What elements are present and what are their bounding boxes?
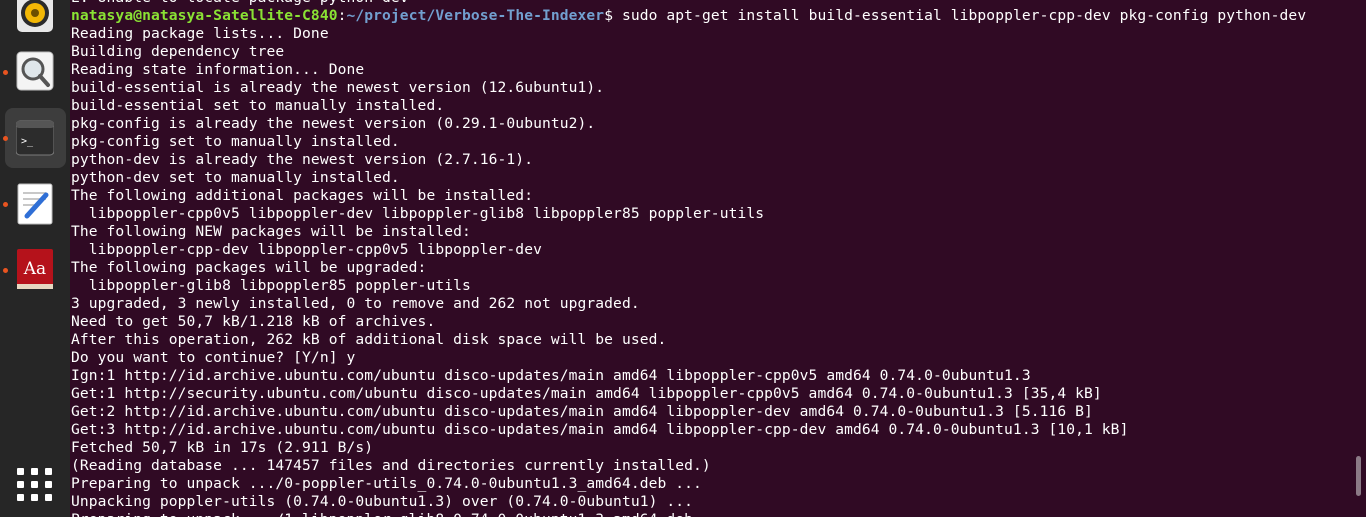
output-line: build-essential is already the newest ve… bbox=[71, 79, 605, 96]
output-line: pkg-config set to manually installed. bbox=[71, 133, 400, 150]
output-line: libpoppler-cpp-dev libpoppler-cpp0v5 lib… bbox=[71, 241, 542, 258]
output-line: After this operation, 262 kB of addition… bbox=[71, 331, 667, 348]
dock-item-image-viewer[interactable] bbox=[0, 40, 70, 104]
output-line: Reading package lists... Done bbox=[71, 25, 329, 42]
prompt-symbol: $ bbox=[604, 7, 622, 24]
terminal-scrollbar[interactable] bbox=[1356, 456, 1361, 496]
output-line: build-essential set to manually installe… bbox=[71, 97, 445, 114]
output-line: Do you want to continue? [Y/n] y bbox=[71, 349, 356, 366]
output-line: libpoppler-cpp0v5 libpoppler-dev libpopp… bbox=[71, 205, 765, 222]
text-editor-icon bbox=[16, 183, 54, 225]
output-line: python-dev is already the newest version… bbox=[71, 151, 534, 168]
running-indicator bbox=[3, 202, 8, 207]
output-line: Get:2 http://id.archive.ubuntu.com/ubunt… bbox=[71, 403, 1093, 420]
output-line: libpoppler-glib8 libpoppler85 poppler-ut… bbox=[71, 277, 471, 294]
output-line: 3 upgraded, 3 newly installed, 0 to remo… bbox=[71, 295, 640, 312]
svg-text:>_: >_ bbox=[21, 136, 34, 147]
output-line: Get:1 http://security.ubuntu.com/ubuntu … bbox=[71, 385, 1102, 402]
prompt-line: natasya@natasya-Satellite-C840:~/project… bbox=[71, 7, 1306, 25]
output-line: Ign:1 http://id.archive.ubuntu.com/ubunt… bbox=[71, 367, 1031, 384]
output-line: Get:3 http://id.archive.ubuntu.com/ubunt… bbox=[71, 421, 1129, 438]
dock: >_ Aa bbox=[0, 0, 70, 517]
output-line: Fetched 50,7 kB in 17s (2.911 B/s) bbox=[71, 439, 374, 456]
output-line: Preparing to unpack .../1-libpoppler-gli… bbox=[71, 511, 1306, 517]
output-line: The following NEW packages will be insta… bbox=[71, 223, 471, 240]
output-line: Building dependency tree bbox=[71, 43, 285, 60]
prompt-path: ~/project/Verbose-The-Indexer bbox=[346, 7, 605, 24]
dock-item-dictionary[interactable]: Aa bbox=[0, 238, 70, 302]
output-line: pkg-config is already the newest version… bbox=[71, 115, 596, 132]
output-line: python-dev set to manually installed. bbox=[71, 169, 400, 186]
output-line: Preparing to unpack .../0-poppler-utils_… bbox=[71, 475, 702, 492]
output-line: Reading state information... Done bbox=[71, 61, 365, 78]
terminal-icon: >_ bbox=[16, 117, 54, 159]
speaker-icon bbox=[16, 0, 54, 34]
dictionary-icon-label: Aa bbox=[23, 259, 46, 279]
app-grid-icon[interactable] bbox=[15, 464, 55, 504]
running-indicator bbox=[3, 136, 8, 141]
running-indicator bbox=[3, 70, 8, 75]
dock-item-text-editor[interactable] bbox=[0, 172, 70, 236]
output-line: The following additional packages will b… bbox=[71, 187, 534, 204]
running-indicator bbox=[3, 268, 8, 273]
magnifier-icon bbox=[16, 50, 54, 92]
dock-item-rhythmbox[interactable] bbox=[0, 0, 70, 44]
dictionary-icon: Aa bbox=[16, 248, 54, 290]
prompt-user: natasya@natasya-Satellite-C840 bbox=[71, 7, 338, 24]
terminal-lines: E: Unable to locate package python-devna… bbox=[71, 0, 1306, 517]
output-line: The following packages will be upgraded: bbox=[71, 259, 427, 276]
output-line: Need to get 50,7 kB/1.218 kB of archives… bbox=[71, 313, 436, 330]
dock-item-terminal[interactable]: >_ bbox=[0, 106, 70, 170]
output-line: E: Unable to locate package python-dev bbox=[71, 0, 1306, 7]
output-line: (Reading database ... 147457 files and d… bbox=[71, 457, 711, 474]
output-line: Unpacking poppler-utils (0.74.0-0ubuntu1… bbox=[71, 493, 694, 510]
command-text: sudo apt-get install build-essential lib… bbox=[621, 7, 1307, 24]
terminal-output[interactable]: E: Unable to locate package python-devna… bbox=[70, 0, 1352, 517]
